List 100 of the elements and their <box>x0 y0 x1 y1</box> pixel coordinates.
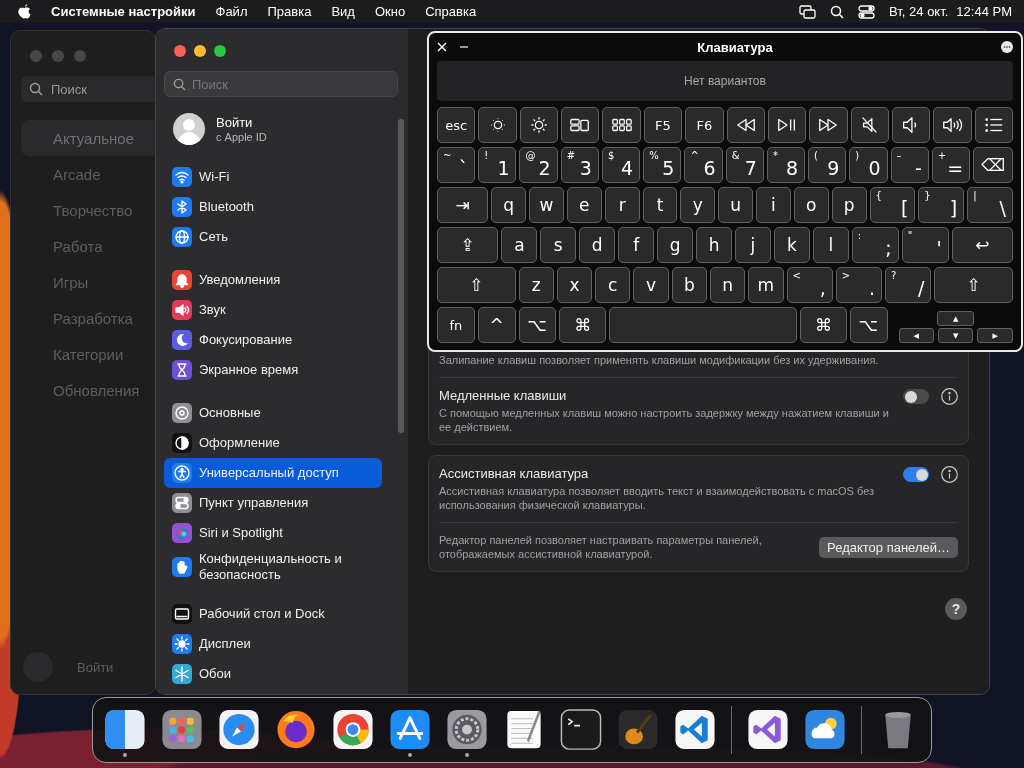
keyboard-key[interactable]: ! 1 <box>478 147 517 183</box>
keyboard-key[interactable]: x <box>556 267 593 303</box>
keyboard-key[interactable]: g <box>657 227 694 263</box>
minimize-button[interactable] <box>194 45 206 57</box>
info-icon[interactable] <box>941 466 958 483</box>
panel-editor-button[interactable]: Редактор панелей… <box>819 536 958 558</box>
keyboard-key[interactable]: ( 9 <box>808 147 847 183</box>
keyboard-key[interactable]: d <box>579 227 616 263</box>
keyboard-key[interactable]: i <box>756 187 791 223</box>
close-icon[interactable] <box>437 42 447 52</box>
sidebar-item[interactable]: Обои <box>164 659 382 689</box>
keyboard-key[interactable]: r <box>604 187 640 223</box>
close-button[interactable] <box>174 45 186 57</box>
sidebar-item[interactable]: Wi-Fi <box>164 162 382 192</box>
sidebar-item[interactable]: Уведомления <box>164 265 382 295</box>
keyboard-key[interactable]: ⌘ <box>559 307 606 343</box>
keyboard-key[interactable]: ⇧ <box>934 267 1013 303</box>
keyboard-key[interactable]: z <box>518 267 554 303</box>
sidebar-item[interactable]: Экранное время <box>164 355 382 385</box>
keyboard-key[interactable]: ⇪ <box>437 227 499 263</box>
keyboard-key[interactable]: – - <box>890 147 929 183</box>
keyboard-key[interactable]: ^ <box>477 307 516 343</box>
toggle-switch[interactable] <box>903 389 929 404</box>
keyboard-key[interactable]: ^ 6 <box>684 147 723 183</box>
sidebar-item[interactable]: Фокусирование <box>164 325 382 355</box>
keyboard-key[interactable]: } ] <box>918 187 965 223</box>
ribbon-icon[interactable] <box>674 709 716 751</box>
sidebar-item[interactable]: Siri и Spotlight <box>164 518 382 548</box>
app-menu[interactable]: Системные настройки <box>51 4 196 19</box>
toggle-switch[interactable] <box>903 467 929 482</box>
guitar-icon[interactable] <box>617 709 659 751</box>
keyboard-key[interactable]: ? / <box>885 267 932 303</box>
keyboard-key[interactable]: & 7 <box>725 147 764 183</box>
menu-item[interactable]: Вид <box>331 4 355 19</box>
scrollbar[interactable] <box>398 119 404 433</box>
keyboard-key[interactable]: e <box>566 187 602 223</box>
terminal-icon[interactable] <box>560 709 602 751</box>
keyboard-key[interactable] <box>767 107 807 143</box>
keyboard-key[interactable]: " ' <box>901 227 949 263</box>
keyboard-key[interactable]: ⇧ <box>437 267 516 303</box>
keyboard-key[interactable]: ↩ <box>951 227 1014 263</box>
split-tile-icon[interactable] <box>104 709 146 751</box>
keyboard-key[interactable]: * 8 <box>766 147 806 183</box>
keyboard-key[interactable]: t <box>642 187 678 223</box>
keyboard-key[interactable]: % 5 <box>643 147 682 183</box>
keyboard-key[interactable]: a <box>501 227 538 263</box>
keyboard-key[interactable]: ⌥ <box>518 307 557 343</box>
keyboard-key[interactable]: # 3 <box>560 147 599 183</box>
keyboard-key[interactable]: j <box>735 227 771 263</box>
keyboard-key[interactable]: | \ <box>967 187 1013 223</box>
keyboard-key[interactable]: u <box>718 187 754 223</box>
keyboard-key[interactable]: l <box>812 227 849 263</box>
keyboard-key[interactable] <box>974 107 1014 143</box>
menu-item[interactable]: Окно <box>374 4 406 19</box>
keyboard-key[interactable]: esc <box>437 107 476 143</box>
keyboard-key[interactable]: ⌥ <box>849 307 888 343</box>
app-grid-icon[interactable] <box>161 709 203 751</box>
keyboard-key[interactable]: > . <box>835 267 883 303</box>
keyboard-key[interactable]: b <box>671 267 707 303</box>
keyboard-key[interactable]: m <box>748 267 784 303</box>
avatar-icon[interactable] <box>173 113 205 145</box>
ribbon-icon[interactable] <box>747 709 789 751</box>
account-title[interactable]: Войти <box>216 115 267 130</box>
keyboard-key[interactable]: w <box>529 187 564 223</box>
keyboard-key[interactable] <box>519 107 559 143</box>
keyboard-key[interactable]: + = <box>931 147 971 183</box>
keyboard-key[interactable] <box>809 107 848 143</box>
keyboard-key[interactable]: o <box>793 187 829 223</box>
flame-globe-icon[interactable] <box>275 709 317 751</box>
keyboard-key[interactable] <box>602 107 641 143</box>
more-icon[interactable] <box>1001 41 1013 53</box>
keyboard-key[interactable]: f <box>618 227 655 263</box>
sidebar-item[interactable]: Дисплеи <box>164 629 382 659</box>
help-button[interactable]: ? <box>945 598 967 620</box>
keyboard-key[interactable]: $ 4 <box>601 147 641 183</box>
menu-date[interactable]: Вт, 24 окт. <box>889 4 949 19</box>
keyboard-key[interactable] <box>933 107 972 143</box>
menu-item[interactable]: Правка <box>267 4 312 19</box>
sidebar-item[interactable]: Звук <box>164 295 382 325</box>
menu-clock[interactable]: 12:44 PM <box>956 4 1012 19</box>
keyboard-key[interactable]: ~ ` <box>437 147 476 183</box>
search-field[interactable]: Поиск <box>164 71 398 97</box>
keyboard-key[interactable]: @ 2 <box>519 147 558 183</box>
keyboard-key[interactable]: ⌘ <box>800 307 847 343</box>
toggles-icon[interactable] <box>858 4 876 19</box>
keyboard-key[interactable]: F5 <box>643 107 683 143</box>
menu-item[interactable]: Файл <box>215 4 248 19</box>
keyboard-key[interactable]: < , <box>786 267 833 303</box>
keyboard-key[interactable] <box>726 107 765 143</box>
keyboard-key[interactable]: h <box>696 227 732 263</box>
keyboard-key[interactable]: p <box>831 187 867 223</box>
keyboard-key[interactable]: fn <box>437 307 475 343</box>
sidebar-item[interactable]: Основные <box>164 398 382 428</box>
keyboard-key[interactable]: c <box>595 267 631 303</box>
sidebar-item[interactable]: Bluetooth <box>164 192 382 222</box>
sidebar-item[interactable]: Пункт управления <box>164 488 382 518</box>
sidebar-item[interactable]: Сеть <box>164 222 382 252</box>
keyboard-key[interactable]: k <box>773 227 810 263</box>
search-field[interactable]: Поиск <box>21 76 155 102</box>
sidebar-item[interactable]: Оформление <box>164 428 382 458</box>
